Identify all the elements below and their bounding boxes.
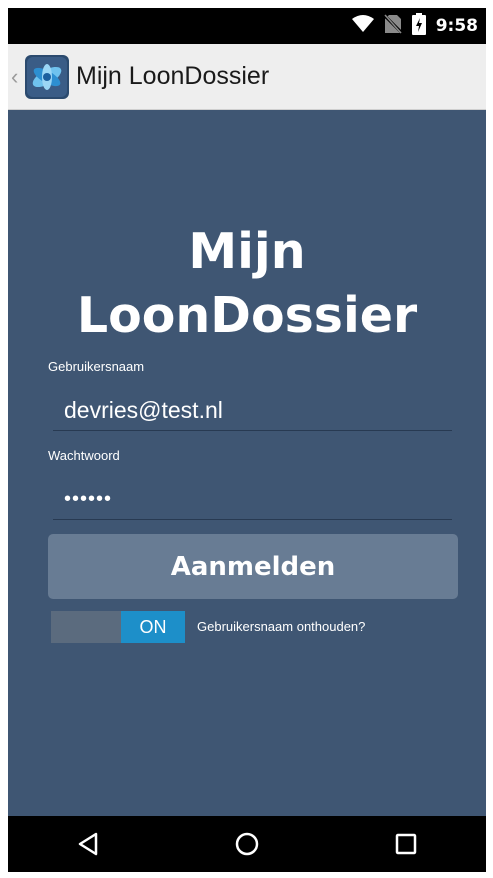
back-icon[interactable] xyxy=(58,816,118,872)
username-value: devries@test.nl xyxy=(64,397,223,423)
app-title: Mijn LoonDossier xyxy=(76,62,270,90)
username-label: Gebruikersnaam xyxy=(48,359,145,374)
password-label: Wachtwoord xyxy=(48,448,120,463)
recents-icon[interactable] xyxy=(376,816,436,872)
remember-username-toggle[interactable]: ON xyxy=(51,611,185,643)
app-logo-icon[interactable] xyxy=(25,54,69,99)
username-field[interactable]: devries@test.nl xyxy=(53,391,452,431)
home-icon[interactable] xyxy=(217,816,277,872)
login-button-label: Aanmelden xyxy=(170,551,336,582)
phone-screen: 9:58 ‹ Mijn LoonDossier Mijn LoonDossier… xyxy=(8,8,486,872)
toggle-on-state: ON xyxy=(121,611,185,643)
page-title-line2: LoonDossier xyxy=(76,287,418,344)
battery-charging-icon xyxy=(411,12,426,40)
navigation-bar xyxy=(8,816,486,872)
up-caret-icon[interactable]: ‹ xyxy=(11,65,25,88)
status-time: 9:58 xyxy=(435,16,478,36)
status-bar: 9:58 xyxy=(8,8,486,44)
password-value: •••••• xyxy=(64,488,113,510)
remember-username-label: Gebruikersnaam onthouden? xyxy=(197,619,366,634)
action-bar: ‹ Mijn LoonDossier xyxy=(8,44,486,110)
page-title-line1: Mijn xyxy=(188,223,306,280)
no-sim-icon xyxy=(382,13,403,39)
password-field[interactable]: •••••• xyxy=(53,480,452,520)
page-title: Mijn LoonDossier xyxy=(8,220,486,348)
login-button[interactable]: Aanmelden xyxy=(48,534,458,599)
wifi-icon xyxy=(351,14,374,38)
